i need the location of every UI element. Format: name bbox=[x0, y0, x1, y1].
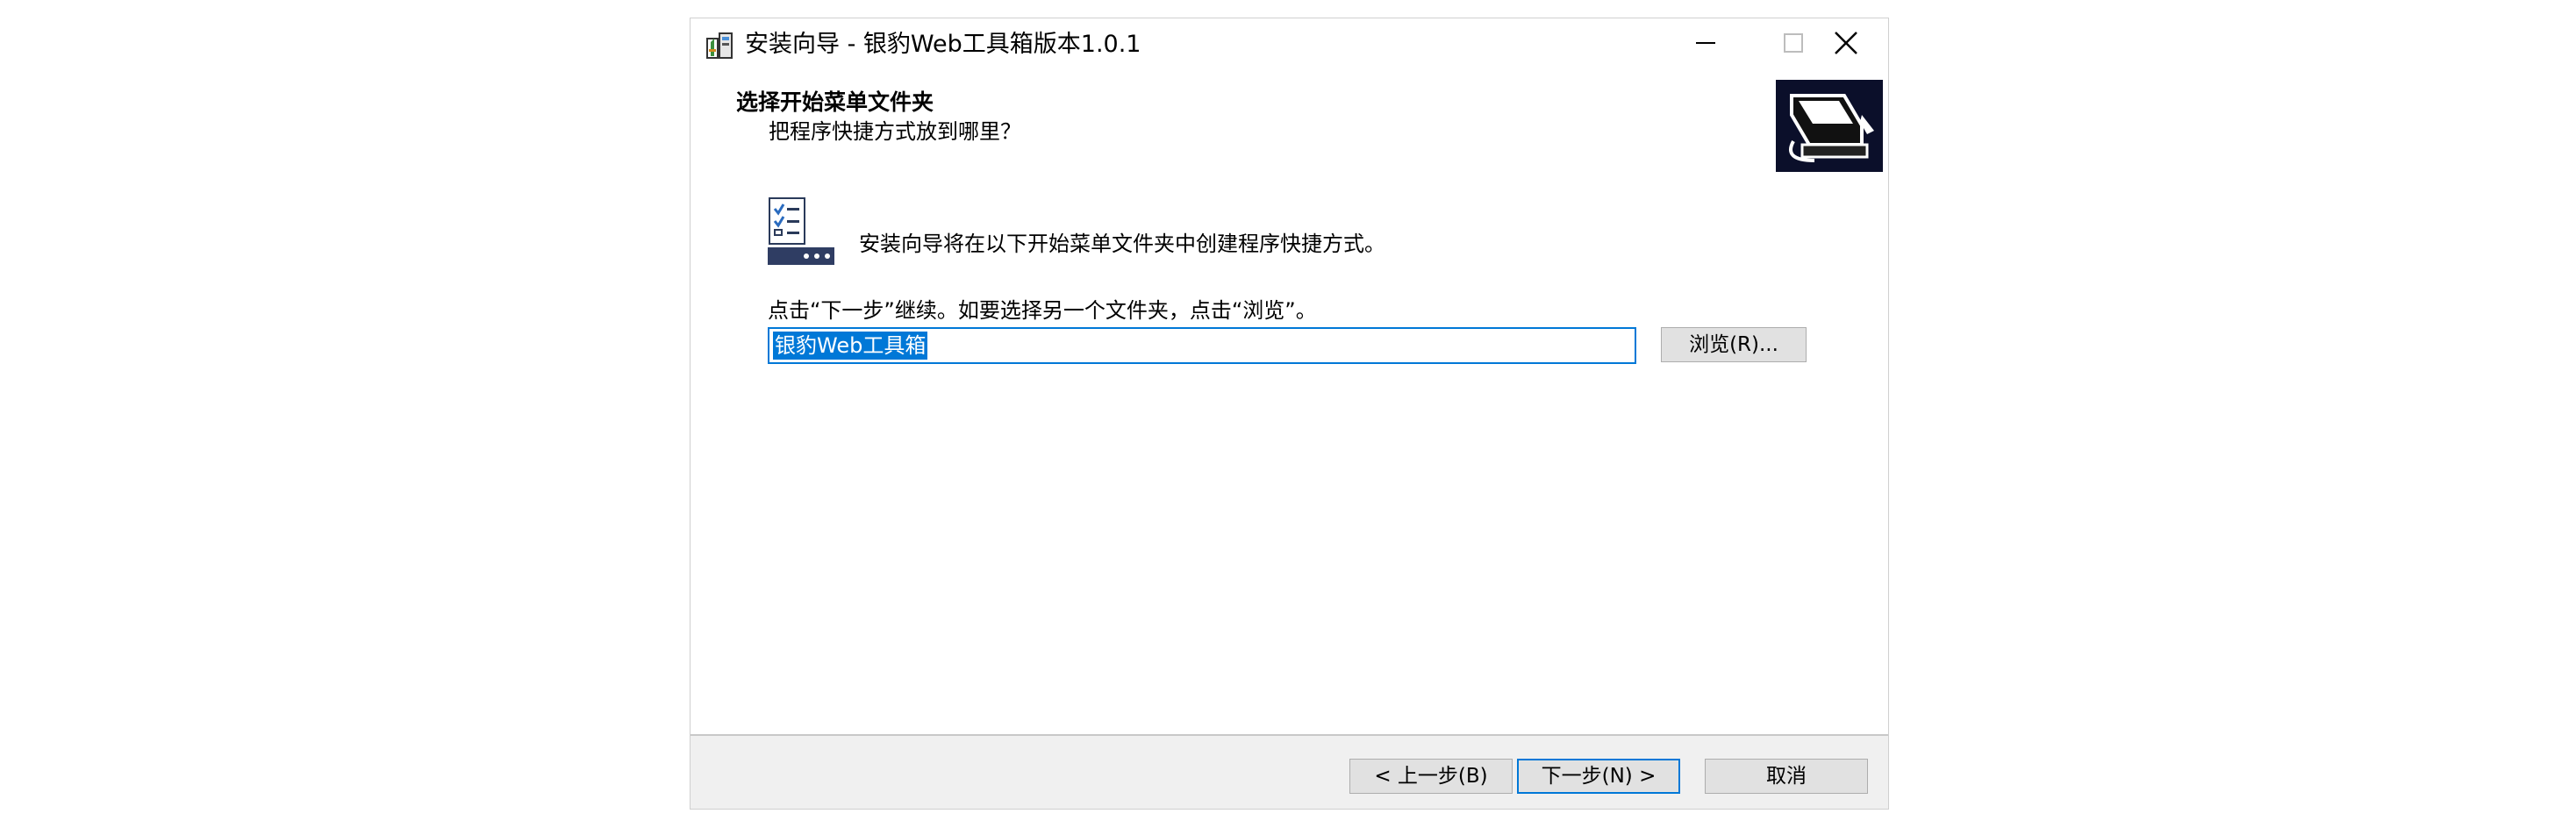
page-subtitle: 把程序快捷方式放到哪里？ bbox=[769, 119, 1021, 144]
back-button[interactable]: < 上一步(B) bbox=[1349, 759, 1513, 794]
info-text: 安装向导将在以下开始菜单文件夹中创建程序快捷方式。 bbox=[859, 232, 1385, 256]
page-title: 选择开始菜单文件夹 bbox=[736, 89, 934, 115]
minimize-button[interactable] bbox=[1662, 18, 1750, 71]
maximize-icon bbox=[1783, 32, 1804, 57]
close-button[interactable] bbox=[1802, 18, 1890, 71]
instruction-text: 点击“下一步”继续。如要选择另一个文件夹，点击“浏览”。 bbox=[768, 298, 1317, 323]
cancel-button[interactable]: 取消 bbox=[1705, 759, 1868, 794]
installer-window: 安装向导 - 银豹Web工具箱版本1.0.1 选择开始菜单文件夹 把程序快捷方式… bbox=[690, 18, 1889, 810]
start-menu-folder-icon bbox=[768, 196, 834, 267]
minimize-icon bbox=[1695, 32, 1716, 57]
title-bar[interactable]: 安装向导 - 银豹Web工具箱版本1.0.1 bbox=[691, 18, 1888, 71]
window-title: 安装向导 - 银豹Web工具箱版本1.0.1 bbox=[745, 31, 1141, 58]
start-menu-folder-input[interactable]: 银豹Web工具箱 bbox=[768, 327, 1636, 364]
close-icon bbox=[1834, 31, 1858, 59]
folder-input-value: 银豹Web工具箱 bbox=[773, 332, 928, 360]
computer-icon bbox=[1776, 80, 1883, 172]
next-button[interactable]: 下一步(N) > bbox=[1517, 759, 1680, 794]
browse-button[interactable]: 浏览(R)... bbox=[1661, 327, 1807, 362]
installer-icon bbox=[705, 30, 737, 61]
